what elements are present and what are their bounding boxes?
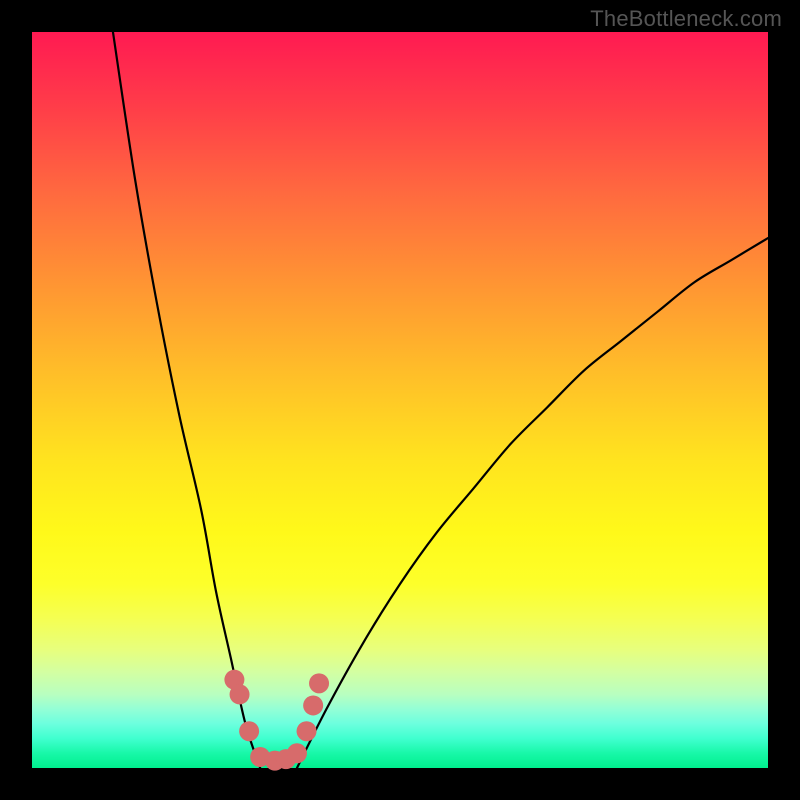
curve-left-branch — [113, 32, 260, 768]
data-marker — [303, 695, 323, 715]
data-marker — [297, 721, 317, 741]
plot-area — [32, 32, 768, 768]
chart-svg — [32, 32, 768, 768]
watermark-text: TheBottleneck.com — [590, 6, 782, 32]
data-marker — [230, 684, 250, 704]
data-marker — [287, 743, 307, 763]
curve-right-branch — [297, 238, 768, 768]
data-marker — [239, 721, 259, 741]
data-marker — [309, 673, 329, 693]
chart-frame: TheBottleneck.com — [0, 0, 800, 800]
marker-group — [224, 670, 329, 771]
